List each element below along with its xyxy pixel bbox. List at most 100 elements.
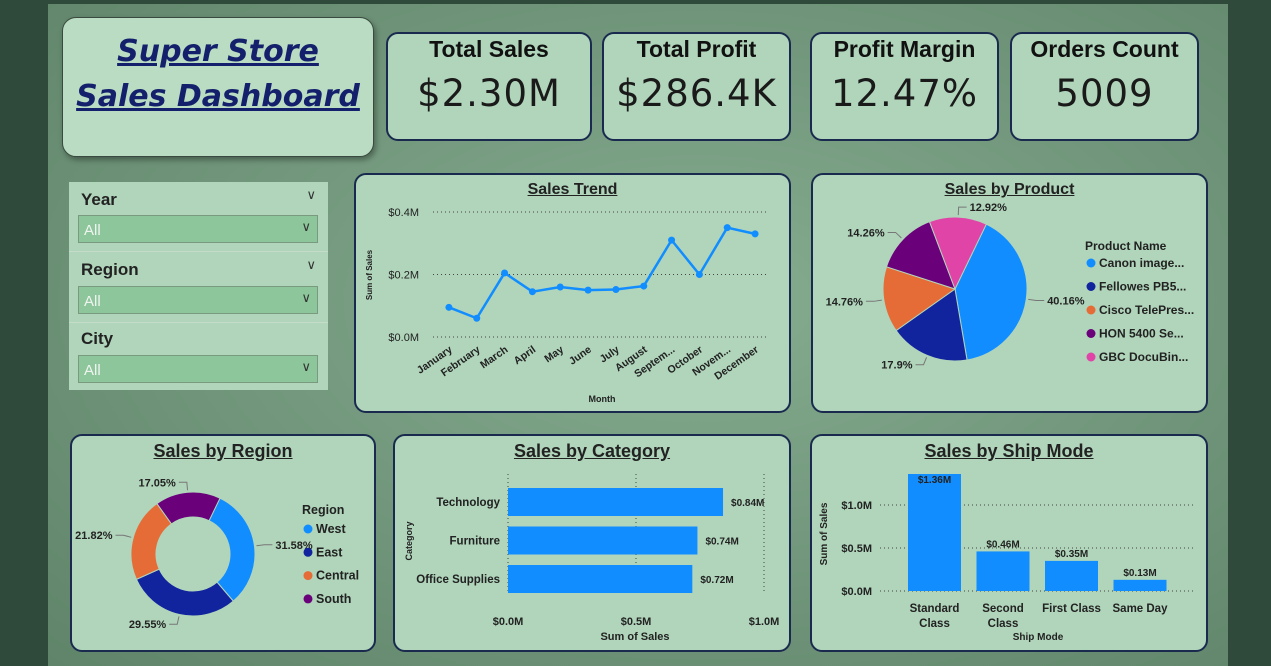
legend-item-label: Fellowes PB5...	[1099, 280, 1186, 294]
data-point	[501, 269, 509, 277]
x-tick-label: $1.0M	[749, 616, 780, 628]
data-point	[640, 282, 648, 290]
x-axis-label: Sum of Sales	[600, 631, 669, 643]
legend-title: Region	[302, 503, 344, 517]
legend-item-label: South	[316, 592, 351, 606]
data-point	[668, 236, 676, 244]
slicer-panel: Year ∨ All ∨ Region ∨ All ∨ City All ∨	[69, 182, 328, 390]
data-point	[612, 286, 620, 293]
chevron-down-icon[interactable]: ∨	[306, 188, 316, 203]
y-tick-label: $0.5M	[841, 543, 872, 555]
legend-item-label: HON 5400 Se...	[1099, 327, 1184, 341]
bar	[908, 474, 961, 591]
city-dropdown[interactable]: All ∨	[78, 355, 318, 383]
city-dropdown-value: All	[84, 362, 101, 379]
leader-line	[865, 299, 882, 302]
x-tick-label: June	[567, 344, 594, 368]
sales-by-product-card[interactable]: Sales by Product 40.16% 17.9% 14.76% 14.26%…	[811, 173, 1208, 413]
kpi-value: 12.47%	[830, 72, 979, 115]
leader-line	[1028, 298, 1045, 302]
leader-line	[256, 544, 273, 547]
x-tick-label: Same Day	[1113, 603, 1169, 615]
data-point	[556, 283, 564, 291]
bar	[508, 526, 698, 555]
x-tick-label: Standard	[910, 603, 960, 615]
leader-line	[115, 534, 132, 538]
slicer-label-region: Region	[81, 260, 139, 279]
sales-by-region-card[interactable]: Sales by Region 31.58% 29.55% 21.82% 17.05%…	[70, 434, 376, 652]
x-tick-label: $0.5M	[621, 616, 652, 628]
data-label: $1.36M	[918, 475, 951, 486]
legend-marker	[1086, 282, 1096, 291]
data-label: 12.92%	[970, 202, 1008, 214]
sales-by-region-chart: 31.58%29.55%21.82%17.05%RegionWestEastCe…	[75, 477, 359, 631]
legend-item-label: Cisco TelePres...	[1099, 303, 1194, 317]
leader-line	[178, 481, 189, 491]
y-tick-label: $0.0M	[388, 332, 419, 344]
kpi-card-orders-count[interactable]: Orders Count 5009	[1010, 32, 1199, 141]
data-label: $0.35M	[1055, 549, 1088, 560]
kpi-card-profit-margin[interactable]: Profit Margin 12.47%	[810, 32, 999, 141]
data-point	[528, 288, 536, 296]
data-label: 14.26%	[847, 227, 885, 239]
data-label: 21.82%	[75, 530, 113, 542]
slicer-label-city: City	[81, 329, 114, 348]
legend-marker	[1086, 329, 1096, 338]
kpi-card-total-sales[interactable]: Total Sales $2.30M	[386, 32, 592, 141]
sales-by-category-card[interactable]: Sales by Category $0.0M $0.5M $1.0M Sum of …	[393, 434, 791, 652]
chevron-down-icon: ∨	[301, 291, 311, 306]
legend-marker	[303, 524, 313, 534]
kpi-label: Orders Count	[1030, 36, 1179, 62]
legend-title: Product Name	[1085, 239, 1167, 253]
dashboard-title-line2: Sales Dashboard	[76, 79, 360, 114]
data-label: 40.16%	[1047, 296, 1085, 308]
legend-marker	[1086, 305, 1096, 315]
kpi-label: Profit Margin	[833, 36, 976, 62]
x-tick-label: Class	[988, 618, 1019, 630]
chevron-down-icon[interactable]: ∨	[306, 258, 316, 273]
series-line	[448, 226, 756, 320]
sales-by-product-chart: 40.16% 17.9% 14.76% 14.26% 12.92% Product Nam…	[826, 202, 1195, 372]
legend-marker	[303, 571, 313, 581]
region-dropdown[interactable]: All ∨	[78, 286, 318, 314]
y-axis-label: Sum of Sales	[819, 502, 830, 565]
bar	[976, 551, 1030, 591]
bar	[508, 565, 693, 593]
pie-slice	[135, 568, 234, 617]
bar	[1045, 560, 1098, 591]
leader-line	[957, 206, 967, 216]
kpi-value: $286.4K	[616, 72, 777, 115]
x-tick-label: $0.0M	[493, 616, 524, 628]
kpi-value: 5009	[1055, 72, 1154, 115]
title-card: Super Store Sales Dashboard	[62, 17, 374, 157]
x-tick-label: April	[512, 344, 539, 368]
sales-by-ship-mode-card[interactable]: Sales by Ship Mode $0.0M $0.5M $1.0M Sum of…	[810, 434, 1208, 652]
y-tick-label: Furniture	[450, 536, 500, 548]
year-dropdown-value: All	[84, 222, 101, 239]
x-tick-label: March	[478, 344, 510, 372]
chevron-down-icon: ∨	[301, 360, 311, 375]
data-point	[584, 286, 592, 294]
legend-item-label: Canon image...	[1099, 256, 1184, 270]
sales-trend-chart: $0.0M$0.2M$0.4MSum of SalesMonthJanuaryF…	[365, 207, 769, 404]
x-axis-label: Ship Mode	[1013, 632, 1064, 643]
data-label: 14.76%	[826, 296, 864, 308]
y-tick-label: Office Supplies	[416, 574, 500, 586]
leader-line	[169, 616, 180, 625]
data-label: $0.72M	[700, 575, 733, 586]
slicer-label-year: Year	[81, 190, 117, 209]
x-tick-label: First Class	[1042, 603, 1101, 615]
data-point	[473, 314, 481, 322]
data-point	[751, 230, 759, 238]
y-tick-label: Technology	[436, 497, 500, 509]
legend-item-label: GBC DocuBin...	[1099, 350, 1188, 364]
divider	[69, 251, 328, 252]
kpi-card-total-profit[interactable]: Total Profit $286.4K	[602, 32, 791, 141]
legend-marker	[303, 547, 313, 557]
year-dropdown[interactable]: All ∨	[78, 215, 318, 243]
legend-marker	[1086, 352, 1096, 362]
sales-by-ship-mode-chart: $0.0M $0.5M $1.0M Sum of Sales Ship Mode $1.3…	[819, 474, 1196, 643]
data-point	[723, 224, 731, 232]
sales-trend-card[interactable]: Sales Trend $0.0M $0.2M $0.4M Sum of Sales M…	[354, 173, 791, 413]
leader-line	[887, 231, 902, 239]
